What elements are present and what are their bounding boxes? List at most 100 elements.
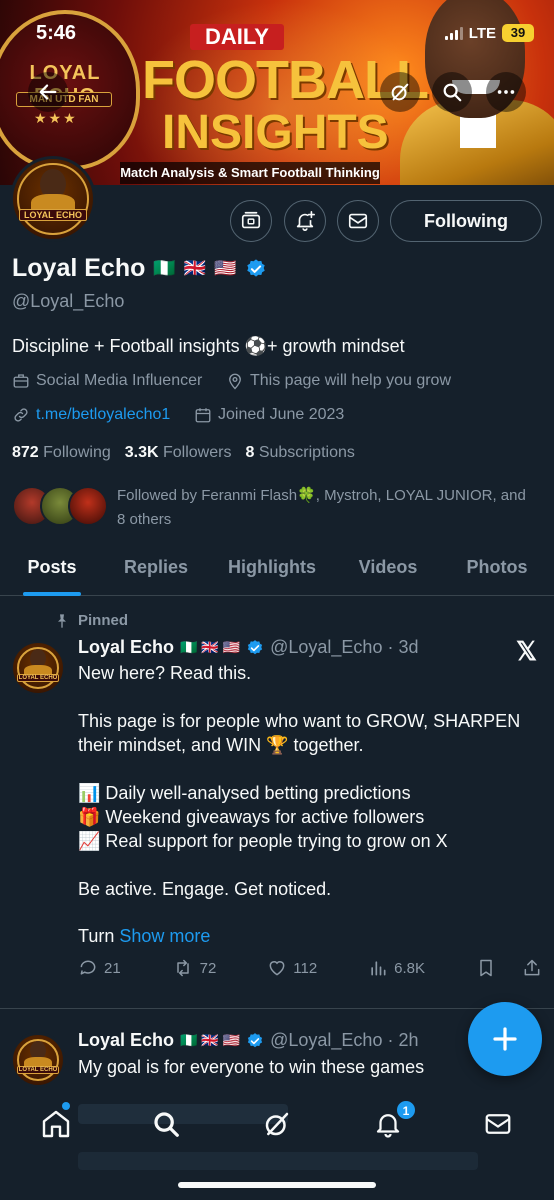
followers-stat[interactable]: 3.3K Followers	[125, 444, 232, 462]
views-button[interactable]: 6.8K	[368, 958, 425, 978]
avatar-label: LOYAL ECHO	[17, 674, 59, 682]
followers-count: 3.3K	[124, 444, 159, 461]
tab-posts[interactable]: Posts	[0, 548, 104, 596]
bookmark-icon[interactable]	[476, 958, 496, 978]
profile-tabs: Posts Replies Highlights Videos Photos	[0, 548, 554, 596]
like-count: 112	[293, 959, 318, 977]
profile-avatar[interactable]: LOYAL ECHO	[10, 156, 96, 242]
pinned-label: Pinned	[54, 612, 128, 629]
post-text[interactable]: New here? Read this. This page is for pe…	[78, 661, 548, 901]
banner-headline-line2: INSIGHTS	[162, 106, 389, 159]
post-author-avatar[interactable]: LOYAL ECHO	[10, 1032, 66, 1088]
briefcase-icon	[13, 374, 29, 388]
banner-tagline: Match Analysis & Smart Football Thinking	[120, 162, 380, 184]
nav-home[interactable]	[36, 1104, 76, 1144]
status-time: 5:46	[36, 22, 77, 44]
envelope-icon	[348, 213, 368, 229]
followed-by-avatars[interactable]	[12, 486, 108, 528]
following-count: 872	[12, 444, 39, 461]
profile-category: Social Media Influencer	[12, 372, 202, 390]
reply-button[interactable]: 21	[78, 958, 121, 978]
share-icon[interactable]	[522, 958, 542, 978]
heart-icon	[269, 961, 285, 976]
search-button[interactable]	[432, 72, 472, 112]
tab-replies[interactable]: Replies	[104, 548, 208, 596]
monetization-icon	[241, 211, 261, 229]
like-button[interactable]: 112	[267, 958, 317, 978]
network-label: LTE	[468, 24, 496, 42]
link-text[interactable]: t.me/betloyalecho1	[36, 406, 170, 424]
joined-text: Joined June 2023	[218, 406, 345, 423]
post-text[interactable]: My goal is for everyone to win these gam…	[78, 1055, 458, 1079]
more-icon	[497, 90, 515, 94]
notify-button[interactable]	[284, 200, 326, 242]
followed-by-text[interactable]: Followed by Feranmi Flash🍀, Mystroh, LOY…	[117, 484, 537, 532]
tab-highlights[interactable]: Highlights	[208, 548, 336, 596]
post-truncated: Turn Show more	[78, 926, 210, 947]
link-icon	[14, 408, 28, 422]
signal-icon	[444, 26, 463, 40]
more-options-button[interactable]	[486, 72, 526, 112]
home-indicator	[178, 1182, 376, 1188]
pin-icon	[58, 613, 66, 628]
pinned-text: Pinned	[78, 612, 129, 629]
verified-badge-icon	[247, 1032, 263, 1047]
post-author-avatar[interactable]: LOYAL ECHO	[10, 640, 66, 696]
post-author-flags: 🇳🇬 🇬🇧 🇺🇸	[180, 639, 241, 655]
location-pin-icon	[229, 373, 241, 390]
views-count: 6.8K	[394, 959, 426, 977]
battery-icon: 39	[502, 24, 534, 42]
tab-videos[interactable]: Videos	[336, 548, 440, 596]
location-text: This page will help you grow	[250, 372, 451, 389]
avatar-label: LOYAL ECHO	[19, 208, 87, 221]
verified-badge-icon	[247, 639, 263, 654]
post-secondary-actions	[476, 958, 542, 978]
nav-grok[interactable]	[257, 1104, 297, 1144]
reply-icon	[80, 960, 96, 975]
nav-messages[interactable]	[478, 1104, 518, 1144]
tab-photos[interactable]: Photos	[440, 548, 554, 596]
followers-label: Followers	[163, 444, 232, 461]
post-header: Loyal Echo 🇳🇬 🇬🇧 🇺🇸 @Loyal_Echo · 3d	[78, 637, 418, 658]
home-unread-dot	[62, 1102, 70, 1110]
post-author-flags: 🇳🇬 🇬🇧 🇺🇸	[180, 1032, 241, 1048]
grok-icon	[391, 83, 409, 101]
profile-joined: Joined June 2023	[194, 406, 344, 424]
calendar-icon	[195, 408, 211, 423]
post-author-name[interactable]: Loyal Echo	[78, 1030, 174, 1051]
banner-daily-label: DAILY	[190, 24, 284, 50]
subscribe-button[interactable]	[230, 200, 272, 242]
back-button[interactable]	[28, 72, 68, 112]
post-handle-time: @Loyal_Echo · 2h	[270, 1030, 419, 1050]
grok-button[interactable]	[380, 72, 420, 112]
show-more-link[interactable]: Show more	[119, 926, 210, 946]
nav-search[interactable]	[146, 1104, 186, 1144]
message-button[interactable]	[337, 200, 379, 242]
notifications-badge: 1	[396, 1100, 416, 1120]
profile-stats: 872 Following 3.3K Followers 8 Subscript…	[12, 444, 355, 462]
reply-count: 21	[104, 959, 121, 977]
profile-name-row: Loyal Echo 🇳🇬 🇬🇧 🇺🇸	[12, 254, 267, 283]
post-author-name[interactable]: Loyal Echo	[78, 637, 174, 658]
profile-bio: Discipline + Football insights ⚽️+ growt…	[12, 336, 405, 356]
flag-usa: 🇺🇸	[214, 258, 237, 278]
subscriptions-label: Subscriptions	[258, 444, 355, 461]
status-indicators: LTE 39	[444, 24, 534, 42]
banner-stars: ★★★	[34, 110, 78, 126]
following-stat[interactable]: 872 Following	[12, 444, 111, 462]
plus-icon	[493, 1027, 517, 1051]
following-label: Following	[43, 444, 111, 461]
follower-avatar	[68, 486, 108, 526]
repost-button[interactable]: 72	[172, 958, 217, 978]
profile-link[interactable]: t.me/betloyalecho1	[12, 406, 170, 424]
post-header: Loyal Echo 🇳🇬 🇬🇧 🇺🇸 @Loyal_Echo · 2h	[78, 1030, 418, 1051]
search-icon	[443, 83, 462, 102]
following-button[interactable]: Following	[390, 200, 542, 242]
subscriptions-stat[interactable]: 8 Subscriptions	[245, 444, 354, 462]
display-name: Loyal Echo	[12, 254, 146, 282]
grok-icon	[265, 1112, 289, 1136]
repost-count: 72	[199, 959, 217, 977]
compose-post-button[interactable]	[468, 1002, 542, 1076]
profile-handle: @Loyal_Echo	[12, 291, 125, 311]
verified-badge-icon[interactable]	[245, 258, 267, 280]
